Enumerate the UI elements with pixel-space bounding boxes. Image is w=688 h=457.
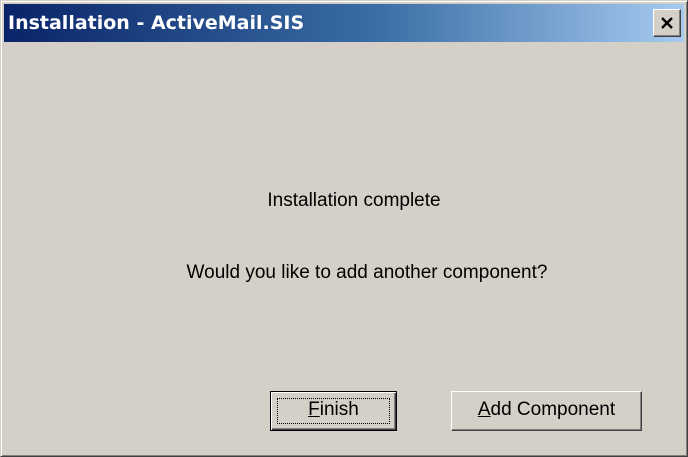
finish-mnemonic: F xyxy=(308,399,320,420)
window-title: Installation - ActiveMail.SIS xyxy=(8,12,305,34)
add-component-mnemonic: A xyxy=(477,399,491,420)
finish-button[interactable]: Finish xyxy=(270,391,397,431)
close-icon xyxy=(661,17,673,29)
finish-button-label: Finish xyxy=(308,399,359,420)
finish-label-rest: inish xyxy=(319,399,359,420)
add-component-button-label: Add Component xyxy=(478,399,615,420)
add-component-label-rest: dd Component xyxy=(490,399,616,420)
add-component-button[interactable]: Add Component xyxy=(451,391,642,431)
close-button[interactable] xyxy=(653,9,681,37)
installation-dialog: Installation - ActiveMail.SIS Installati… xyxy=(0,0,688,457)
title-bar[interactable]: Installation - ActiveMail.SIS xyxy=(4,4,684,42)
installation-complete-text: Installation complete xyxy=(267,190,441,211)
add-component-question: Would you like to add another component? xyxy=(186,262,548,283)
